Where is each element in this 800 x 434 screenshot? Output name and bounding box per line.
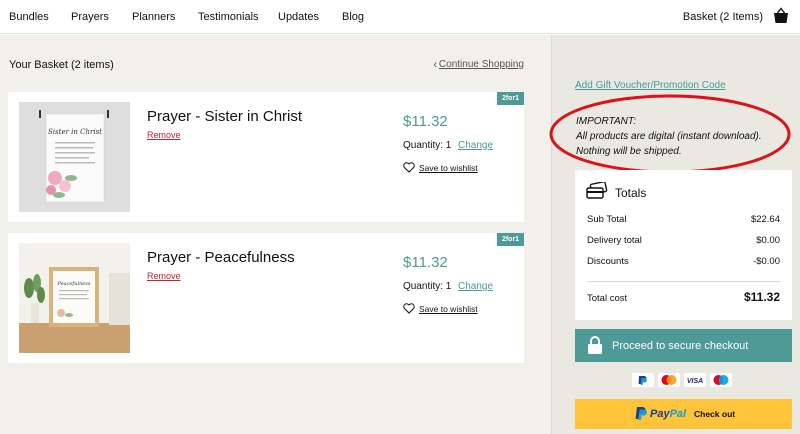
paypal-icon [632, 373, 654, 387]
basket-item: 2for1 Sister in Christ Prayer - Sister i… [8, 92, 524, 222]
product-name[interactable]: Prayer - Peacefulness [147, 249, 295, 266]
shopping-bag-icon[interactable] [772, 7, 790, 25]
nav-link-planners[interactable]: Planners [132, 11, 175, 23]
basket-link[interactable]: Basket (2 Items) [683, 11, 763, 23]
proceed-to-checkout-button[interactable]: Proceed to secure checkout [575, 329, 792, 362]
important-heading: IMPORTANT: [576, 116, 636, 127]
heart-icon[interactable] [403, 162, 415, 173]
paypal-logo-icon [635, 407, 647, 420]
product-image-title: Peacefulness [57, 281, 91, 287]
product-thumbnail[interactable]: Sister in Christ [19, 102, 130, 212]
gift-voucher-link[interactable]: Add Gift Voucher/Promotion Code [575, 80, 726, 91]
sub-total-label: Sub Total [587, 214, 627, 225]
product-image: Peacefulness [19, 243, 130, 353]
discounts-value: -$0.00 [753, 256, 780, 267]
promo-badge: 2for1 [497, 92, 524, 105]
product-thumbnail[interactable]: Peacefulness [19, 243, 130, 353]
quantity-label: Quantity: 1 [403, 140, 452, 151]
lock-icon [588, 336, 602, 354]
nav-link-bundles[interactable]: Bundles [9, 11, 49, 23]
important-line-digital: All products are digital (instant downlo… [576, 131, 762, 142]
paypal-word-pal: Pal [669, 408, 687, 420]
visa-icon: VISA [684, 373, 706, 387]
paypal-checkout-label: Check out [694, 409, 736, 419]
sub-total-value: $22.64 [750, 214, 780, 225]
remove-item-link[interactable]: Remove [147, 271, 181, 281]
visa-text: VISA [687, 378, 703, 385]
paypal-checkout-button[interactable]: PayPal Check out [575, 399, 792, 429]
nav-link-updates[interactable]: Updates [278, 11, 319, 23]
mastercard-icon [658, 373, 680, 387]
change-quantity-link[interactable]: Change [458, 140, 493, 151]
nav-link-blog[interactable]: Blog [342, 11, 364, 23]
paypal-word-pay: Pay [650, 408, 670, 420]
save-to-wishlist-link[interactable]: Save to wishlist [419, 163, 478, 173]
order-summary-sidebar: Add Gift Voucher/Promotion Code IMPORTAN… [549, 35, 800, 434]
total-cost-value: $11.32 [743, 290, 780, 304]
product-name[interactable]: Prayer - Sister in Christ [147, 108, 302, 125]
delivery-total-value: $0.00 [756, 235, 780, 246]
totals-title: Totals [615, 186, 647, 200]
paypal-wordmark: PayPal [650, 408, 686, 420]
totals-box: Totals Sub Total $22.64 Delivery total $… [575, 170, 792, 320]
important-line-shipping: Nothing will be shipped. [576, 146, 682, 157]
product-image: Sister in Christ [19, 102, 130, 212]
item-price: $11.32 [403, 254, 448, 271]
top-navigation: Bundles Prayers Planners Testimonials Up… [0, 0, 800, 34]
continue-shopping-link[interactable]: Continue Shopping [439, 59, 524, 70]
promo-badge: 2for1 [497, 233, 524, 246]
heart-icon[interactable] [403, 303, 415, 314]
payment-methods: VISA [632, 373, 732, 387]
item-price: $11.32 [403, 113, 448, 130]
total-cost-label: Total cost [587, 293, 628, 304]
basket-title: Your Basket (2 items) [9, 59, 114, 71]
delivery-total-label: Delivery total [587, 235, 642, 246]
product-image-title: Sister in Christ [48, 128, 102, 136]
change-quantity-link[interactable]: Change [458, 281, 493, 292]
maestro-icon [710, 373, 732, 387]
basket-item: 2for1 Peacefulness Prayer - Peacefulness… [8, 233, 524, 363]
basket-panel: Your Basket (2 items) ‹ Continue Shoppin… [0, 35, 551, 434]
chevron-left-icon[interactable]: ‹ [433, 59, 437, 71]
discounts-label: Discounts [587, 256, 629, 267]
quantity-label: Quantity: 1 [403, 281, 452, 292]
nav-link-prayers[interactable]: Prayers [71, 11, 109, 23]
totals-divider [587, 281, 780, 282]
important-notice: IMPORTANT: All products are digital (ins… [576, 114, 762, 159]
checkout-button-label: Proceed to secure checkout [612, 340, 749, 352]
save-to-wishlist-link[interactable]: Save to wishlist [419, 304, 478, 314]
remove-item-link[interactable]: Remove [147, 130, 181, 140]
nav-link-testimonials[interactable]: Testimonials [198, 11, 259, 23]
cards-icon [586, 182, 608, 199]
